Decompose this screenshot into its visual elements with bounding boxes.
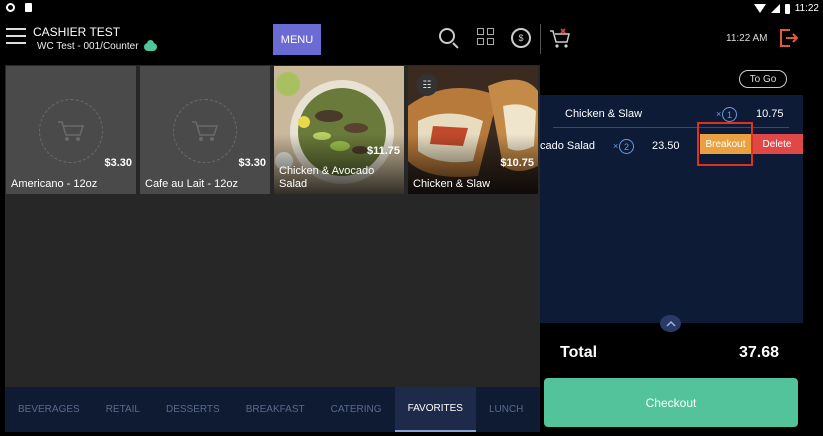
product-grid: $3.30 Americano - 12oz $3.30 Cafe au Lai… <box>5 65 540 387</box>
tab-beverages[interactable]: BEVERAGES <box>5 387 93 432</box>
product-tile[interactable]: $3.30 Americano - 12oz <box>6 66 136 194</box>
clear-cart-icon[interactable] <box>549 28 573 50</box>
order-item-name[interactable]: Chicken & Slaw <box>565 108 642 120</box>
tab-retail[interactable]: RETAIL <box>93 387 153 432</box>
cart-placeholder-icon <box>173 99 237 163</box>
product-name: Chicken & Avocado Salad <box>279 165 375 190</box>
product-price: $3.30 <box>104 157 132 169</box>
category-bar: BEVERAGES RETAIL DESSERTS BREAKFAST CATE… <box>5 387 540 432</box>
signal-icon <box>770 4 780 13</box>
cashier-name: CASHIER TEST <box>33 25 121 39</box>
checkout-button[interactable]: Checkout <box>544 378 798 427</box>
product-tile[interactable]: $11.75 Chicken & Avocado Salad <box>274 66 404 194</box>
product-price: $3.30 <box>238 157 266 169</box>
store-info: WC Test - 001/Counter <box>37 39 157 52</box>
qty-badge[interactable]: 1 <box>722 107 737 122</box>
tab-favorites[interactable]: FAVORITES <box>394 387 476 432</box>
qty-prefix: × <box>716 109 722 119</box>
battery-icon <box>784 3 790 14</box>
product-name: Americano - 12oz <box>11 178 98 190</box>
tag-icon: ☷ <box>416 74 438 96</box>
order-item-price: 23.50 <box>652 140 680 152</box>
tab-desserts[interactable]: DESSERTS <box>153 387 233 432</box>
wifi-icon <box>753 4 766 13</box>
notification-icon <box>6 3 15 12</box>
app-header: CASHIER TEST WC Test - 001/Counter MENU … <box>0 18 823 62</box>
breakout-highlight-box <box>697 122 753 166</box>
order-item-name[interactable]: cado Salad <box>540 140 595 152</box>
grid-view-icon[interactable] <box>477 28 494 45</box>
sd-card-icon <box>25 3 32 12</box>
product-name: Cafe au Lait - 12oz <box>145 178 238 190</box>
product-tile[interactable]: $3.30 Cafe au Lait - 12oz <box>140 66 270 194</box>
tab-breakfast[interactable]: BREAKFAST <box>233 387 318 432</box>
order-panel <box>540 65 803 323</box>
to-go-button[interactable]: To Go <box>739 70 787 88</box>
logout-icon[interactable] <box>779 28 799 48</box>
qty-badge[interactable]: 2 <box>619 139 634 154</box>
menu-button[interactable]: MENU <box>273 24 321 55</box>
header-divider <box>540 24 541 54</box>
product-price: $10.75 <box>500 157 534 169</box>
tab-lunch[interactable]: LUNCH <box>476 387 536 432</box>
cash-drawer-icon[interactable]: $ <box>511 28 531 48</box>
collapse-chevron-icon[interactable] <box>660 315 681 332</box>
cart-placeholder-icon <box>39 99 103 163</box>
order-row-divider <box>553 127 789 128</box>
order-item-price: 10.75 <box>756 108 784 120</box>
tab-catering[interactable]: CATERING <box>318 387 395 432</box>
search-icon[interactable] <box>439 28 459 49</box>
product-tile[interactable]: ☷ $10.75 Chicken & Slaw <box>408 66 538 194</box>
product-name: Chicken & Slaw <box>413 178 491 190</box>
delete-button[interactable]: Delete <box>751 134 803 154</box>
total-value: 37.68 <box>739 344 780 361</box>
cloud-sync-icon <box>143 39 157 51</box>
status-bar: 11:22 <box>0 0 823 18</box>
total-label: Total <box>560 344 598 361</box>
store-name: WC Test - 001/Counter <box>37 41 139 52</box>
qty-prefix: × <box>613 141 619 151</box>
hamburger-menu-icon[interactable] <box>6 28 26 48</box>
product-price: $11.75 <box>366 145 400 157</box>
header-clock: 11:22 AM <box>726 33 768 44</box>
status-time: 11:22 <box>794 3 819 14</box>
